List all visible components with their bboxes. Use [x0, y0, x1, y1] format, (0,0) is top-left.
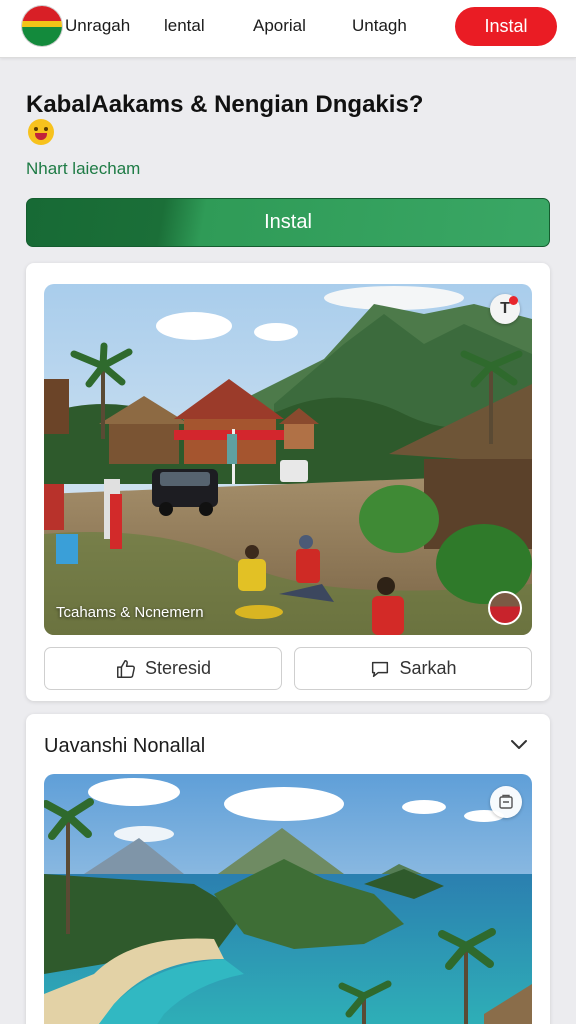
author-avatar[interactable]: [488, 591, 522, 625]
save-icon[interactable]: [490, 786, 522, 818]
like-label: Steresid: [144, 658, 212, 678]
thumbs-up-icon: [115, 658, 137, 680]
nav-item-1[interactable]: Unragah: [65, 16, 130, 36]
nav-item-2[interactable]: lental: [164, 16, 205, 36]
install-button[interactable]: Instal: [26, 198, 550, 247]
comment-button[interactable]: Sarkah: [294, 647, 532, 690]
page-subtitle: Nhart laiecham: [26, 159, 141, 178]
post-card: Tcahams & Ncnemern T Steresid Sarkah: [26, 263, 550, 701]
grinning-face-icon: [28, 119, 54, 145]
comment-label: Sarkah: [399, 658, 457, 678]
nav-item-4[interactable]: Untagh: [352, 16, 407, 36]
badge-letter: T: [500, 300, 510, 317]
header-install-button[interactable]: Instal: [455, 7, 557, 46]
section-title: Uavanshi Nonallal: [44, 735, 206, 757]
village-photo[interactable]: Tcahams & Ncnemern T: [44, 284, 532, 635]
chevron-down-icon[interactable]: [510, 738, 528, 756]
image-caption: Tcahams & Ncnemern: [56, 604, 204, 621]
section-card: Uavanshi Nonallal: [26, 714, 550, 1024]
top-nav-bar: Unragah lental Aporial Untagh Instal: [0, 0, 576, 58]
comment-icon: [369, 658, 391, 680]
page-title: KabalAakams & Nengian Dngakis?: [26, 90, 446, 148]
coast-photo[interactable]: [44, 774, 532, 1024]
like-button[interactable]: Steresid: [44, 647, 282, 690]
nav-item-3[interactable]: Aporial: [253, 16, 306, 36]
notification-icon[interactable]: T: [490, 294, 520, 324]
flag-logo-icon[interactable]: [22, 6, 62, 46]
